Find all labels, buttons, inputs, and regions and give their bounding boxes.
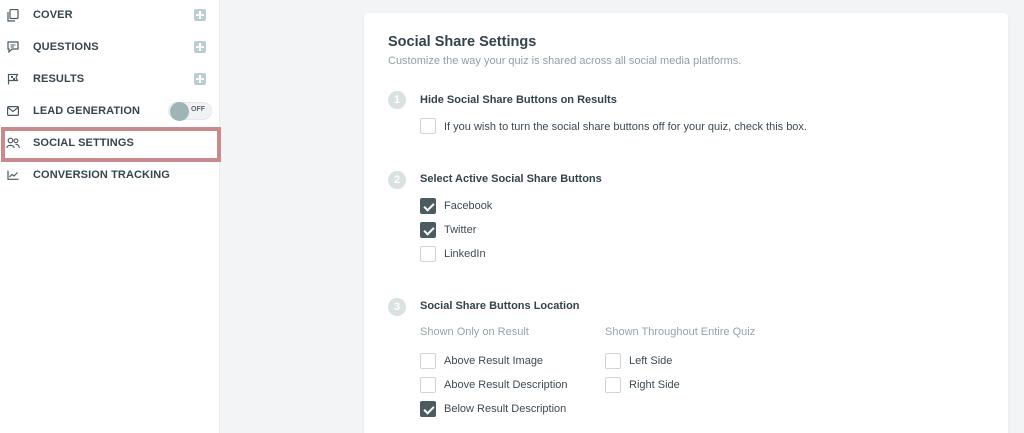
step-number: 2 — [388, 171, 406, 189]
sidebar: COVER QUESTIONS RESULTS LEAD GENERATION … — [0, 0, 221, 433]
hide-share-buttons-checkbox[interactable] — [420, 118, 436, 134]
step-title: Hide Social Share Buttons on Results — [420, 94, 617, 106]
active-item-highlight — [1, 127, 221, 162]
checkbox-label: Twitter — [444, 224, 477, 236]
facebook-checkbox[interactable] — [420, 198, 436, 214]
checkbox-label: Below Result Description — [444, 403, 567, 415]
settings-card — [364, 13, 1008, 433]
above-result-image-checkbox[interactable] — [420, 353, 436, 369]
linkedin-checkbox[interactable] — [420, 246, 436, 262]
left-side-checkbox[interactable] — [605, 353, 621, 369]
step-title: Social Share Buttons Location — [420, 300, 580, 312]
lead-generation-toggle[interactable]: OFF — [168, 102, 212, 121]
copy-icon — [6, 8, 20, 22]
checkbox-label: Left Side — [629, 355, 673, 367]
add-result-icon[interactable] — [194, 73, 206, 85]
checkbox-label: LinkedIn — [444, 248, 486, 260]
message-icon — [6, 40, 20, 54]
toggle-knob — [170, 102, 189, 121]
column-heading-result: Shown Only on Result — [420, 326, 529, 338]
sidebar-item-results[interactable]: RESULTS — [0, 63, 220, 95]
sidebar-item-label: RESULTS — [33, 73, 85, 85]
toggle-label: OFF — [191, 106, 205, 113]
sidebar-item-questions[interactable]: QUESTIONS — [0, 31, 220, 63]
sidebar-item-label: LEAD GENERATION — [33, 105, 141, 117]
checkbox-label: Above Result Description — [444, 379, 568, 391]
twitter-checkbox[interactable] — [420, 222, 436, 238]
step-number: 1 — [388, 91, 406, 109]
page-title: Social Share Settings — [388, 34, 537, 50]
step-number: 3 — [388, 298, 406, 316]
above-result-description-checkbox[interactable] — [420, 377, 436, 393]
sidebar-item-cover[interactable]: COVER — [0, 0, 220, 31]
sidebar-item-lead-generation[interactable]: LEAD GENERATION OFF — [0, 95, 220, 127]
mail-icon — [6, 104, 20, 118]
add-question-icon[interactable] — [194, 41, 206, 53]
sidebar-item-label: QUESTIONS — [33, 41, 99, 53]
page-subtitle: Customize the way your quiz is shared ac… — [388, 55, 742, 67]
sidebar-item-label: CONVERSION TRACKING — [33, 169, 170, 181]
add-cover-icon[interactable] — [194, 9, 206, 21]
checkbox-label: Above Result Image — [444, 355, 544, 367]
column-heading-entire-quiz: Shown Throughout Entire Quiz — [605, 326, 756, 338]
checkbox-label: Facebook — [444, 200, 493, 212]
checkbox-label: If you wish to turn the social share but… — [444, 121, 807, 133]
sidebar-item-conversion-tracking[interactable]: CONVERSION TRACKING — [0, 159, 220, 191]
checkbox-label: Right Side — [629, 379, 680, 391]
step-title: Select Active Social Share Buttons — [420, 173, 602, 185]
flag-icon — [6, 72, 20, 86]
sidebar-item-label: COVER — [33, 9, 73, 21]
chart-line-icon — [6, 168, 20, 182]
right-side-checkbox[interactable] — [605, 377, 621, 393]
below-result-description-checkbox[interactable] — [420, 401, 436, 417]
